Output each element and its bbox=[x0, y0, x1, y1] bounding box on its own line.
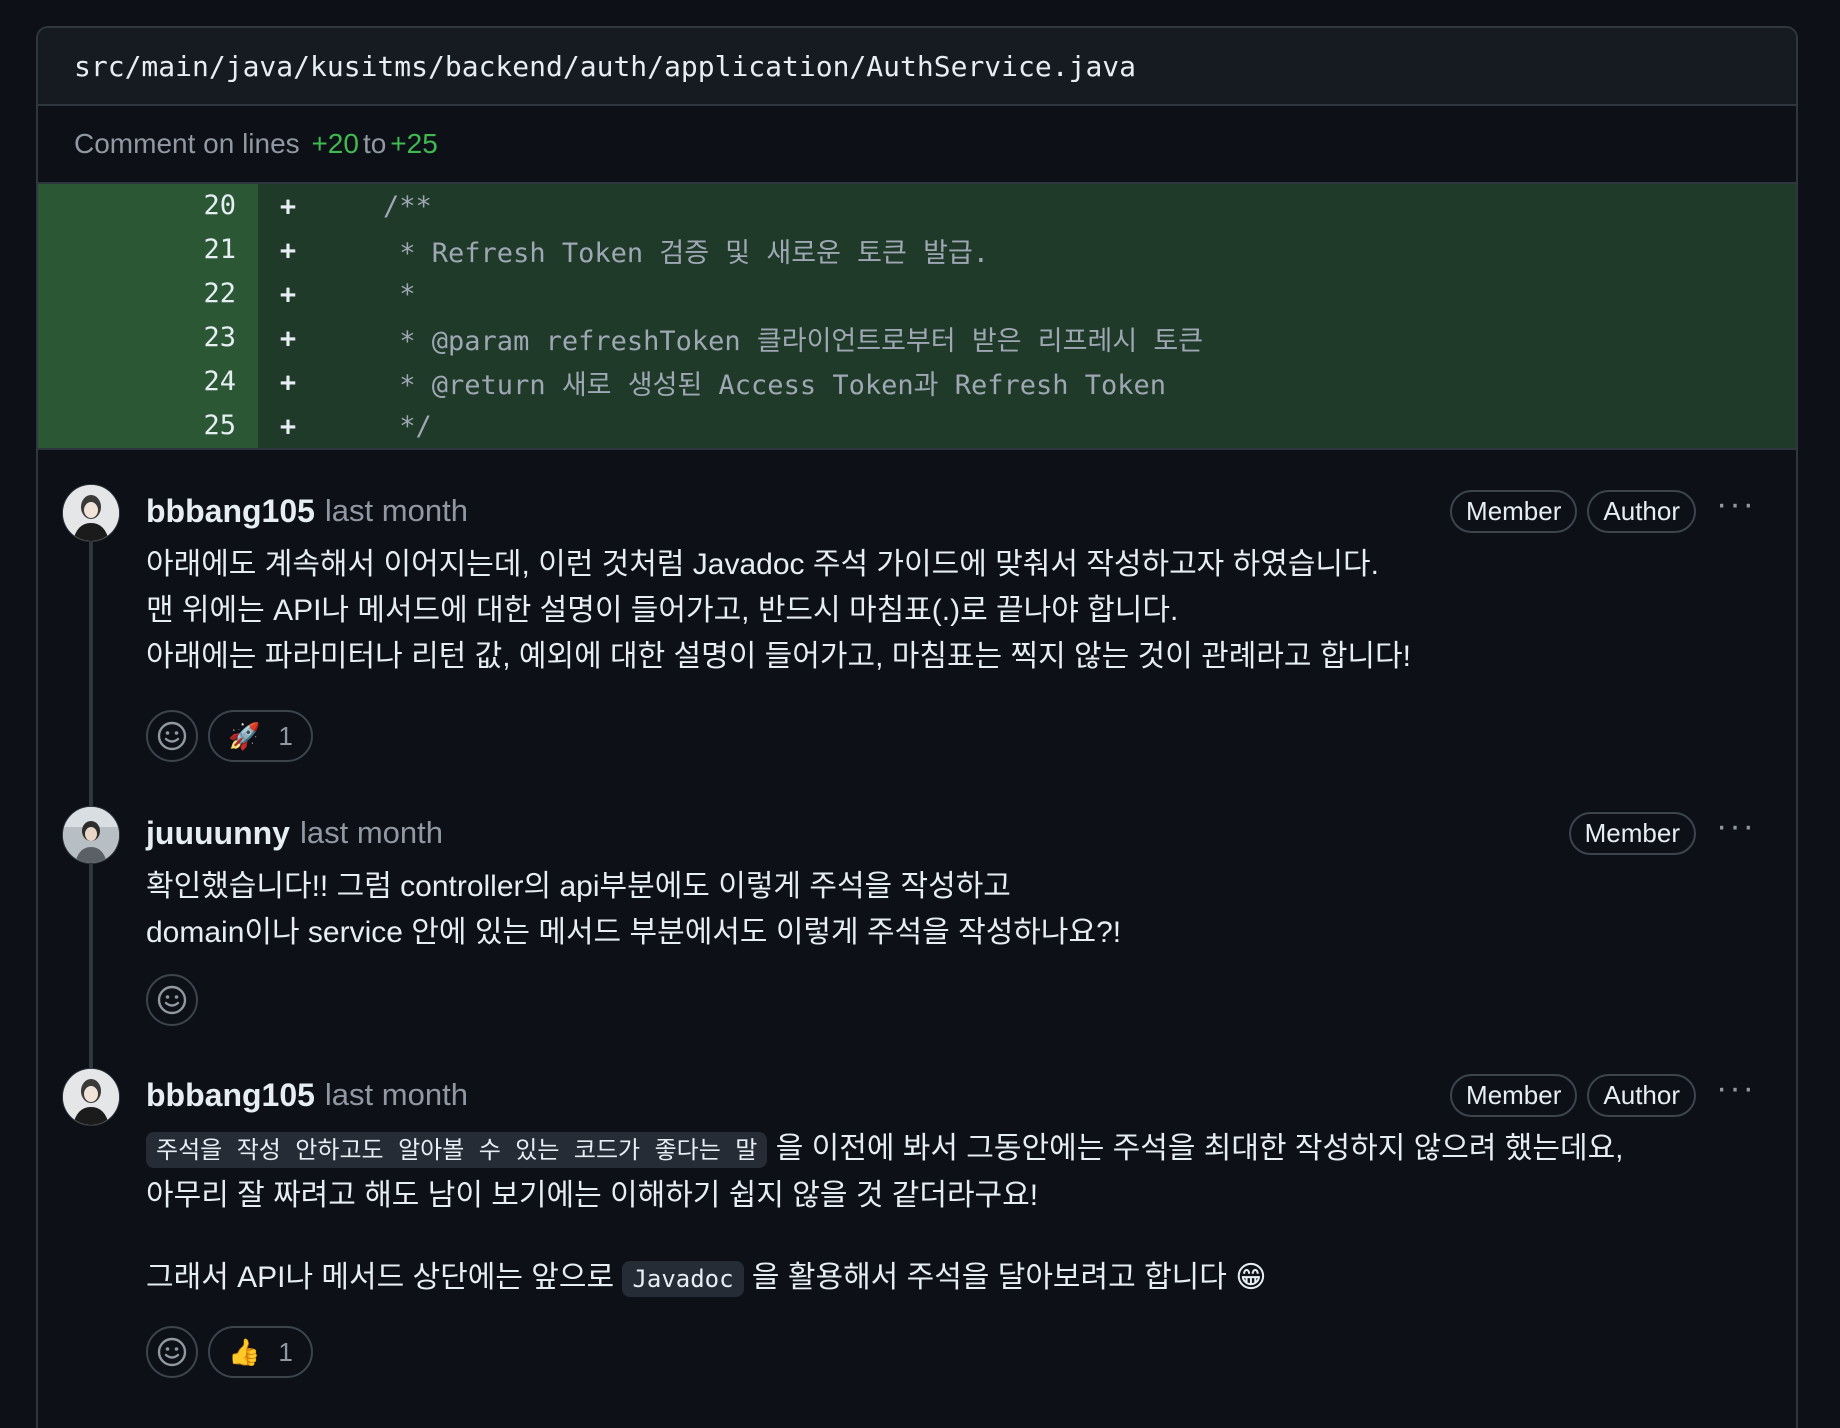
line-number: 23 bbox=[38, 316, 258, 360]
add-reaction-button[interactable] bbox=[146, 1326, 198, 1378]
comment-range-prefix: Comment on lines bbox=[74, 128, 300, 159]
thumbs-up-icon: 👍 bbox=[228, 1336, 261, 1367]
reaction-count: 1 bbox=[278, 720, 293, 751]
reaction-rocket[interactable]: 🚀 1 bbox=[208, 710, 313, 762]
code-text: * @param refreshToken 클라이언트로부터 받은 리프레시 토… bbox=[318, 325, 1204, 357]
inline-code: 주석을 작성 안하고도 알아볼 수 있는 코드가 좋다는 말 bbox=[146, 1132, 768, 1168]
line-number: 22 bbox=[38, 272, 258, 316]
review-thread: src/main/java/kusitms/backend/auth/appli… bbox=[36, 26, 1798, 1428]
comment-body: 확인했습니다!! 그럼 controller의 api부분에도 이렇게 주석을 … bbox=[146, 864, 1756, 956]
range-to: to bbox=[362, 128, 387, 159]
diff-sign: + bbox=[279, 322, 297, 354]
review-comment: juuuunny last month Member ··· 확인했습니다!! … bbox=[38, 772, 1796, 1034]
review-comment: bbbang105 last month Member Author ··· 주… bbox=[38, 1034, 1796, 1380]
avatar[interactable] bbox=[62, 806, 120, 864]
comment-text-line: 아래에는 파라미터나 리턴 값, 예외에 대한 설명이 들어가고, 마침표는 찍… bbox=[146, 640, 1411, 673]
range-end: +25 bbox=[390, 128, 438, 159]
author-badge: Author bbox=[1587, 489, 1696, 533]
reactions-bar bbox=[146, 972, 1756, 1028]
avatar[interactable] bbox=[62, 484, 120, 542]
smiley-icon bbox=[157, 985, 187, 1015]
kebab-horizontal-icon[interactable]: ··· bbox=[1696, 807, 1756, 846]
comment-body: 아래에도 계속해서 이어지는데, 이런 것처럼 Javadoc 주석 가이드에 … bbox=[146, 542, 1756, 680]
member-badge: Member bbox=[1568, 811, 1696, 855]
timestamp[interactable]: last month bbox=[300, 815, 443, 851]
smiley-icon bbox=[157, 1337, 187, 1367]
diff-sign: + bbox=[279, 190, 297, 222]
code-text: /** bbox=[318, 190, 432, 222]
author-name[interactable]: juuuunny bbox=[146, 815, 290, 852]
author-name[interactable]: bbbang105 bbox=[146, 1077, 315, 1114]
diff-line: 21 + * Refresh Token 검증 및 새로운 토큰 발급. bbox=[38, 228, 1796, 272]
line-number: 24 bbox=[38, 360, 258, 404]
diff-line: 25 + */ bbox=[38, 404, 1796, 448]
comment-header: juuuunny last month Member ··· bbox=[146, 772, 1756, 858]
avatar-image bbox=[63, 1069, 119, 1125]
comment-text-line: 아래에도 계속해서 이어지는데, 이런 것처럼 Javadoc 주석 가이드에 … bbox=[146, 548, 1379, 581]
reactions-bar: 🚀 1 bbox=[146, 708, 1756, 764]
comment-text-line: 그래서 API나 메서드 상단에는 앞으로 Javadoc 을 활용해서 주석을… bbox=[146, 1255, 1756, 1302]
diff-sign: + bbox=[279, 278, 297, 310]
code-text: * bbox=[318, 278, 416, 310]
comment-header: bbbang105 last month Member Author ··· bbox=[146, 1034, 1756, 1120]
avatar-image bbox=[63, 485, 119, 541]
add-reaction-button[interactable] bbox=[146, 974, 198, 1026]
timestamp[interactable]: last month bbox=[325, 1077, 468, 1113]
comment-text-line: 확인했습니다!! 그럼 controller의 api부분에도 이렇게 주석을 … bbox=[146, 870, 1011, 903]
line-number: 21 bbox=[38, 228, 258, 272]
comment-text-line: 주석을 작성 안하고도 알아볼 수 있는 코드가 좋다는 말 을 이전에 봐서 … bbox=[146, 1126, 1756, 1173]
add-reaction-button[interactable] bbox=[146, 710, 198, 762]
code-text: * @return 새로 생성된 Access Token과 Refresh T… bbox=[318, 369, 1167, 401]
reactions-bar: 👍 1 bbox=[146, 1324, 1756, 1380]
diff-sign: + bbox=[279, 366, 297, 398]
diff-line: 24 + * @return 새로 생성된 Access Token과 Refr… bbox=[38, 360, 1796, 404]
comment-text-line: 맨 위에는 API나 메서드에 대한 설명이 들어가고, 반드시 마침표(.)로… bbox=[146, 594, 1179, 627]
member-badge: Member bbox=[1450, 1073, 1578, 1117]
diff-line: 23 + * @param refreshToken 클라이언트로부터 받은 리… bbox=[38, 316, 1796, 360]
inline-code: Javadoc bbox=[622, 1261, 744, 1297]
comment-header: bbbang105 last month Member Author ··· bbox=[146, 450, 1756, 536]
diff-line: 20 + /** bbox=[38, 184, 1796, 228]
comment-text: 을 활용해서 주석을 달아보려고 합니다 😁 bbox=[743, 1261, 1267, 1294]
reaction-thumbs-up[interactable]: 👍 1 bbox=[208, 1326, 313, 1378]
line-number: 20 bbox=[38, 184, 258, 228]
diff-sign: + bbox=[279, 234, 297, 266]
comment-range: Comment on lines +20 to +25 bbox=[38, 104, 1796, 182]
avatar-image bbox=[63, 807, 119, 863]
comment-body: 주석을 작성 안하고도 알아볼 수 있는 코드가 좋다는 말 을 이전에 봐서 … bbox=[146, 1126, 1756, 1302]
reaction-count: 1 bbox=[278, 1336, 293, 1367]
rocket-icon: 🚀 bbox=[228, 720, 261, 751]
diff-line: 22 + * bbox=[38, 272, 1796, 316]
file-path[interactable]: src/main/java/kusitms/backend/auth/appli… bbox=[74, 50, 1136, 83]
author-name[interactable]: bbbang105 bbox=[146, 493, 315, 530]
comment-text: 을 이전에 봐서 그동안에는 주석을 최대한 작성하지 않으려 했는데요, bbox=[767, 1132, 1624, 1165]
code-text: * Refresh Token 검증 및 새로운 토큰 발급. bbox=[318, 237, 990, 269]
avatar[interactable] bbox=[62, 1068, 120, 1126]
range-start: +20 bbox=[311, 128, 359, 159]
line-number: 25 bbox=[38, 404, 258, 448]
review-comment: bbbang105 last month Member Author ··· 아… bbox=[38, 450, 1796, 772]
code-text: */ bbox=[318, 410, 432, 442]
diff-block: 20 + /** 21 + * Refresh Token 검증 및 새로운 토… bbox=[38, 182, 1796, 450]
kebab-horizontal-icon[interactable]: ··· bbox=[1696, 1069, 1756, 1108]
comment-text-line: 아무리 잘 짜려고 해도 남이 보기에는 이해하기 쉽지 않을 것 같더라구요! bbox=[146, 1179, 1039, 1212]
author-badge: Author bbox=[1587, 1073, 1696, 1117]
member-badge: Member bbox=[1450, 489, 1578, 533]
file-path-header[interactable]: src/main/java/kusitms/backend/auth/appli… bbox=[38, 28, 1796, 104]
comment-text-line: domain이나 service 안에 있는 메서드 부분에서도 이렇게 주석을… bbox=[146, 916, 1122, 949]
smiley-icon bbox=[157, 721, 187, 751]
kebab-horizontal-icon[interactable]: ··· bbox=[1696, 485, 1756, 524]
comment-text: 그래서 API나 메서드 상단에는 앞으로 bbox=[146, 1261, 623, 1294]
timestamp[interactable]: last month bbox=[325, 493, 468, 529]
diff-sign: + bbox=[279, 410, 297, 442]
